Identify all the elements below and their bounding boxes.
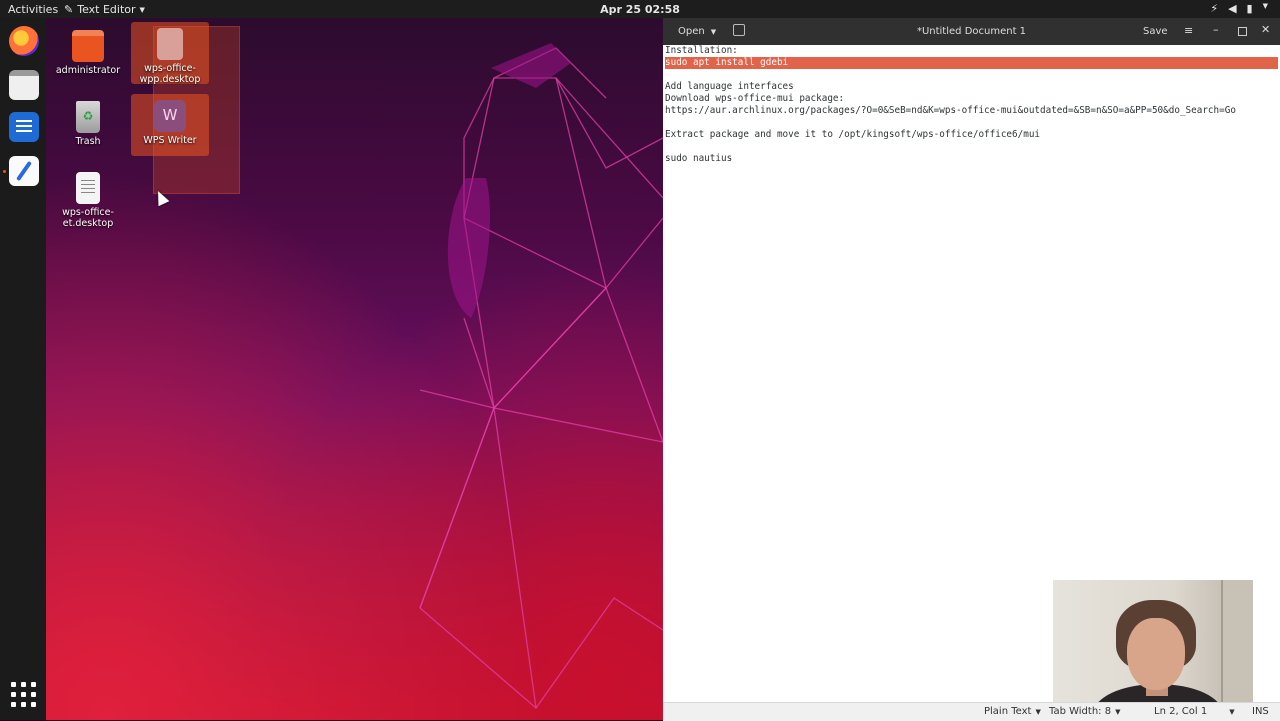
text-line [665,117,1280,129]
network-icon: ⚡ [1210,2,1219,15]
header-bar: Open ▼ *Untitled Document 1 Save ≡ – ✕ [663,18,1280,45]
chevron-down-icon: ▼ [139,5,145,14]
hamburger-menu-icon[interactable]: ≡ [1184,24,1193,37]
chevron-down-icon: ▼ [1262,2,1268,10]
cursor-position-label: Ln 2, Col 1 [1154,706,1208,717]
cursor-position-selector[interactable]: Ln 2, Col 1 ▼ [1154,706,1235,717]
app-menu-label: Text Editor [77,3,136,16]
top-bar: Activities ✎ Text Editor ▼ Apr 25 02:58 … [0,0,1280,18]
text-area[interactable]: Installation: sudo apt install gdebi Add… [663,45,1280,702]
app-menu[interactable]: ✎ Text Editor ▼ [64,3,145,16]
desktop-icon-label: wps-office-et.desktop [62,207,114,229]
text-line: Add language interfaces [665,81,794,92]
minimize-icon[interactable]: – [1213,23,1219,36]
presentation-icon [157,28,183,60]
system-menu[interactable]: ⚡ ◀ ▮ ▼ [1210,2,1268,15]
save-button[interactable]: Save [1143,26,1168,37]
insert-mode: INS [1252,706,1269,717]
text-line-highlighted: sudo apt install gdebi [665,57,1278,69]
volume-icon: ◀ [1228,2,1237,15]
text-line [665,141,1280,153]
desktop-icon-wps-office-wpp[interactable]: wps-office-wpp.desktop [131,22,209,85]
wps-writer-icon [154,100,186,132]
chevron-down-icon: ▼ [710,27,717,36]
trash-icon [76,101,100,133]
running-indicator [3,170,6,173]
document-icon [76,172,100,204]
desktop[interactable]: administrator Trash wps-office-et.deskto… [46,18,663,720]
webcam-overlay [1053,580,1253,702]
battery-icon: ▮ [1246,2,1253,15]
text-line: Extract package and move it to /opt/king… [665,129,1041,140]
text-line: Installation: [665,45,738,56]
desktop-icon-administrator[interactable]: administrator [49,24,127,76]
text-editor-app-icon: ✎ [64,3,74,16]
show-applications-icon[interactable] [11,682,37,708]
firefox-icon[interactable] [9,26,39,56]
desktop-icon-label: administrator [55,65,121,76]
chevron-down-icon: ▼ [1229,707,1235,716]
syntax-label: Plain Text [984,706,1032,717]
open-button[interactable]: Open ▼ [678,26,716,37]
desktop-icon-label: Trash [75,136,101,147]
text-editor-icon[interactable] [9,156,39,186]
chevron-down-icon: ▼ [1115,707,1121,716]
dock [0,18,46,720]
desktop-icon-trash[interactable]: Trash [49,95,127,147]
libreoffice-writer-icon[interactable] [9,112,39,142]
files-icon[interactable] [9,70,39,100]
tab-width-label: Tab Width: 8 [1049,706,1112,717]
text-line: sudo nautius [665,153,733,164]
text-line: https://aur.archlinux.org/packages/?O=0&… [665,105,1236,116]
text-line: Download wps-office-mui package: [665,93,845,104]
desktop-icon-label: WPS Writer [143,135,197,146]
chevron-down-icon: ▼ [1035,707,1041,716]
desktop-icon-label: wps-office-wpp.desktop [139,63,201,85]
desktop-icon-wps-writer[interactable]: WPS Writer [131,94,209,156]
maximize-icon[interactable] [1238,27,1247,36]
syntax-selector[interactable]: Plain Text ▼ [984,706,1041,717]
text-line [665,69,1280,81]
document-title: *Untitled Document 1 [916,26,1027,37]
open-button-label: Open [678,26,705,37]
clock[interactable]: Apr 25 02:58 [600,3,680,16]
tab-width-selector[interactable]: Tab Width: 8 ▼ [1049,706,1120,717]
home-folder-icon [72,30,104,62]
text-editor-window: Open ▼ *Untitled Document 1 Save ≡ – ✕ I… [663,18,1280,721]
status-bar: Plain Text ▼ Tab Width: 8 ▼ Ln 2, Col 1 … [663,702,1280,721]
desktop-icon-wps-office-et[interactable]: wps-office-et.desktop [49,166,127,229]
activities-button[interactable]: Activities [8,3,58,16]
close-icon[interactable]: ✕ [1261,23,1270,36]
new-document-icon[interactable] [733,24,745,36]
